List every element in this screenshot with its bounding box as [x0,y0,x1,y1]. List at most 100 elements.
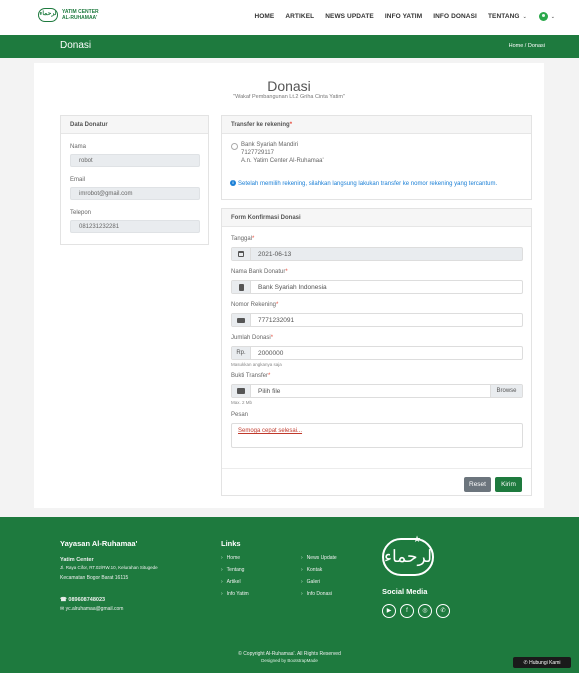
main-content: Donasi "Wakaf Pembangunan Lt.2 Griha Cin… [34,63,544,508]
account-label-text: Nomor Rekening [231,302,277,308]
footer-link-home[interactable]: Home [221,555,240,561]
navbar: لرحماء YATIM CENTER AL-RUHAMAA' HOME ART… [0,0,579,35]
bank-label-text: Nama Bank Donatur [231,269,286,275]
form-divider [222,468,531,469]
footer-link-info-donasi[interactable]: Info Donasi [301,591,332,597]
required-mark: * [268,373,271,379]
user-avatar-icon[interactable] [538,12,548,21]
required-mark: * [285,269,288,275]
date-input[interactable]: 2021-06-13 [231,247,523,261]
nav-menu: HOME ARTIKEL NEWS UPDATE INFO YATIM INFO… [243,12,555,21]
copyright: © Copyright Al-Ruhamaa'. All Rights Rese… [238,651,341,657]
info-icon: i [230,180,236,186]
calendar-icon [238,251,244,257]
building-icon [238,283,244,291]
bank-input[interactable]: Bank Syariah Indonesia [231,280,523,294]
nav-artikel[interactable]: ARTIKEL [285,13,314,20]
form-title: Form Konfirmasi Donasi [222,209,531,227]
footer-org: Yayasan Al-Ruhamaa' [60,539,138,548]
currency-addon: Rp. [232,347,251,359]
donor-card: Data Donatur Nama robot Email imrobot@gm… [60,115,209,245]
transfer-card-title: Transfer ke rekening* [222,116,531,134]
addon-card [232,314,251,326]
required-mark: * [252,236,255,242]
nav-home[interactable]: HOME [254,13,274,20]
bank-radio[interactable] [231,143,238,150]
footer-link-info-yatim[interactable]: Info Yatim [221,591,249,597]
footer-link-artikel[interactable]: Artikel [221,579,241,585]
footer-link-news-update[interactable]: News Update [301,555,337,561]
addon-bank [232,281,251,293]
confirmation-form: Form Konfirmasi Donasi Tanggal* 2021-06-… [221,208,532,496]
whatsapp-contact-button[interactable]: ✆ Hubungi Kami [513,657,571,668]
required-mark: * [276,302,279,308]
name-field: robot [70,154,200,167]
amount-hint: Masukkan angkanya saja [231,362,282,367]
nav-tentang[interactable]: TENTANG [488,13,520,20]
footer-link-tentang[interactable]: Tentang [221,567,245,573]
phone-label: Telepon [70,210,92,216]
proof-value: Pilih file [258,387,281,395]
bank-label: Nama Bank Donatur* [231,269,288,275]
message-value: Semoga cepat selesai... [238,428,303,434]
transfer-info-text: Setelah memilih rekening, silahkan langs… [238,181,498,187]
logo-line-2: AL-RUHAMAA' [62,15,98,21]
designed-by[interactable]: Designed by BootstrapMade [0,658,579,663]
bank-value: Bank Syariah Indonesia [258,283,327,291]
transfer-title-text: Transfer ke rekening [231,122,290,128]
nav-info-yatim[interactable]: INFO YATIM [385,13,422,20]
account-holder: A.n. Yatim Center Al-Ruhamaa' [241,158,324,164]
message-textarea[interactable]: Semoga cepat selesai... [231,423,523,448]
name-label: Nama [70,144,87,150]
account-value: 7771232091 [258,316,295,324]
submit-button[interactable]: Kirim [495,477,522,492]
page-titlebar: Donasi Home / Donasi [0,35,579,58]
footer-email-text: yc.alruhamaa@gmail.com [65,606,124,612]
footer-email: ✉ yc.alruhamaa@gmail.com [60,606,123,612]
amount-value: 2000000 [258,349,284,357]
amount-label-text: Jumlah Donasi [231,335,271,341]
email-label: Email [70,177,86,183]
required-mark: * [270,335,274,341]
nav-info-donasi[interactable]: INFO DONASI [433,13,477,20]
phone-field: 081231232281 [70,220,200,233]
account-number: 7127729117 [241,150,274,156]
whatsapp-social-icon[interactable]: ✆ [436,604,450,618]
email-field: imrobot@gmail.com [70,187,200,200]
account-input[interactable]: 7771232091 [231,313,523,327]
browse-button[interactable]: Browse [490,385,522,397]
addon-image [232,385,251,397]
proof-file-input[interactable]: Pilih file Browse [231,384,523,398]
footer-address-1: Jl. Raya Cifor, RT.02/RW.10, Kelurahan S… [60,565,158,570]
image-icon [237,388,245,394]
breadcrumb[interactable]: Home / Donasi [509,43,545,49]
donation-subheading: "Wakaf Pembangunan Lt.2 Griha Cinta Yati… [233,94,345,100]
user-menu-chevron-icon[interactable]: ⌄ [551,14,555,20]
transfer-card: Transfer ke rekening* Bank Syariah Mandi… [221,115,532,200]
instagram-icon[interactable]: ◎ [418,604,432,618]
logo-text: YATIM CENTER AL-RUHAMAA' [62,9,99,21]
footer-phone-text: 089608748023 [68,597,106,603]
footer-link-kontak[interactable]: Kontak [301,567,323,573]
addon-calendar [232,248,251,260]
footer-phone: ☎ 089608748023 [60,597,105,603]
required-mark: * [289,122,293,128]
star-icon: ★ [413,534,422,544]
youtube-icon[interactable]: ▶ [382,604,396,618]
proof-hint: Max. 2 Mb [231,400,253,405]
bank-name: Bank Syariah Mandiri [241,142,299,148]
donor-card-title: Data Donatur [61,116,208,134]
amount-input[interactable]: Rp. 2000000 [231,346,523,360]
footer-center: Yatim Center [60,557,94,563]
facebook-icon[interactable]: f [400,604,414,618]
brand-logo[interactable]: لرحماء YATIM CENTER AL-RUHAMAA' [38,8,99,22]
footer: Yayasan Al-Ruhamaa' Yatim Center Jl. Ray… [0,517,579,673]
reset-button[interactable]: Reset [464,477,491,492]
chevron-down-icon[interactable]: ⌄ [523,14,527,20]
date-label-text: Tanggal [231,236,253,242]
amount-label: Jumlah Donasi* [231,335,273,341]
donation-heading: Donasi [267,78,311,94]
nav-news-update[interactable]: NEWS UPDATE [325,13,374,20]
footer-link-galeri[interactable]: Galeri [301,579,320,585]
date-value: 2021-06-13 [258,250,292,258]
